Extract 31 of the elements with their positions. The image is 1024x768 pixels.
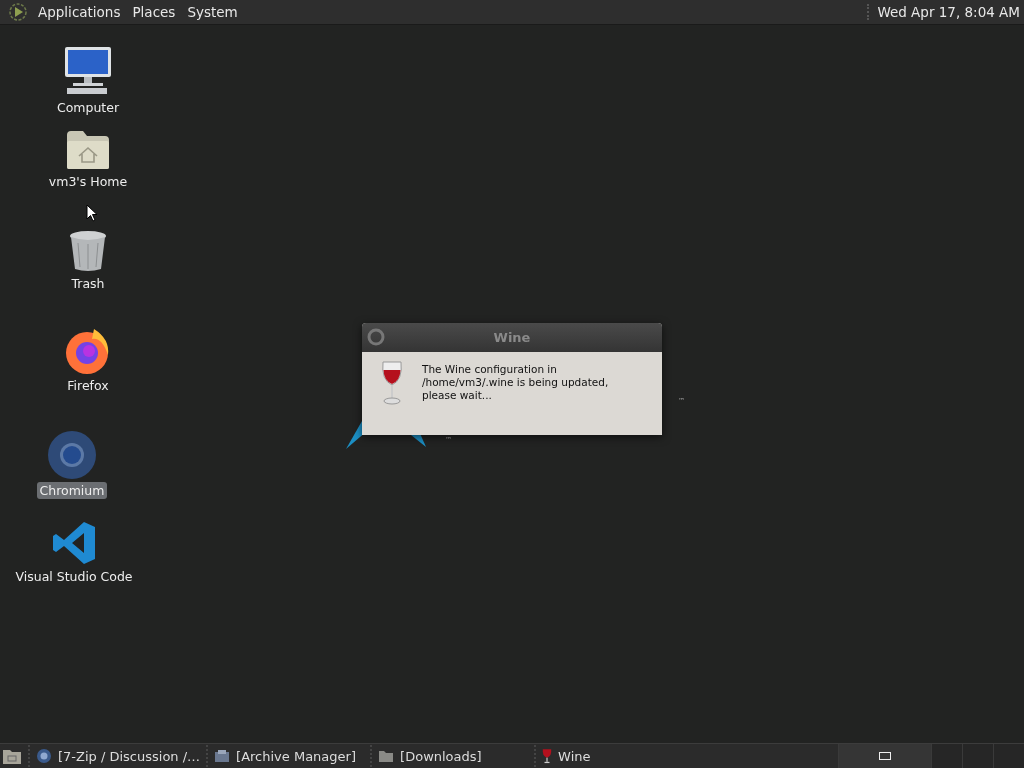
- desktop-icon-label[interactable]: Chromium: [36, 482, 108, 499]
- menu-item[interactable]: System: [181, 4, 244, 20]
- clock[interactable]: Wed Apr 17, 8:04 AM: [867, 4, 1024, 20]
- taskbar-button[interactable]: [Downloads]: [370, 745, 535, 767]
- chromium-icon: [36, 748, 52, 764]
- taskbar-button[interactable]: [7-Zip / Discussion /…: [28, 745, 207, 767]
- desktop-icon-label[interactable]: Trash: [68, 275, 108, 292]
- show-desktop-icon[interactable]: [2, 747, 22, 765]
- desktop-icon-label[interactable]: Firefox: [64, 377, 112, 394]
- chromium-icon[interactable]: [47, 430, 97, 480]
- window-thumbnail: [879, 752, 891, 760]
- menu-item[interactable]: Places: [126, 4, 182, 20]
- menu-item[interactable]: Applications: [32, 4, 127, 20]
- computer-icon[interactable]: [63, 45, 113, 97]
- taskbar-button[interactable]: Wine: [534, 745, 699, 767]
- wine-glass-icon: [542, 748, 553, 764]
- code-editor-icon[interactable]: [51, 520, 97, 566]
- desktop-icon-label[interactable]: Computer: [53, 99, 123, 116]
- archive-icon: [214, 748, 231, 764]
- home-folder-icon[interactable]: [65, 129, 111, 171]
- pointer-icon: [86, 204, 98, 222]
- spinner-icon: [367, 328, 385, 346]
- taskbar-button[interactable]: [Archive Manager]: [206, 745, 371, 767]
- dialog-message: The Wine configuration in /home/vm3/.wine is being updated, please wait...: [422, 363, 610, 402]
- trash-icon[interactable]: [68, 229, 108, 273]
- desktop-icon-label[interactable]: vm3's Home: [45, 173, 131, 190]
- folder-icon: [378, 748, 395, 764]
- desktop-icon-label[interactable]: Visual Studio Code: [12, 568, 136, 585]
- wine-glass-icon: [380, 360, 404, 406]
- window-title: Wine: [493, 330, 531, 345]
- menu-logo-icon[interactable]: [8, 2, 28, 22]
